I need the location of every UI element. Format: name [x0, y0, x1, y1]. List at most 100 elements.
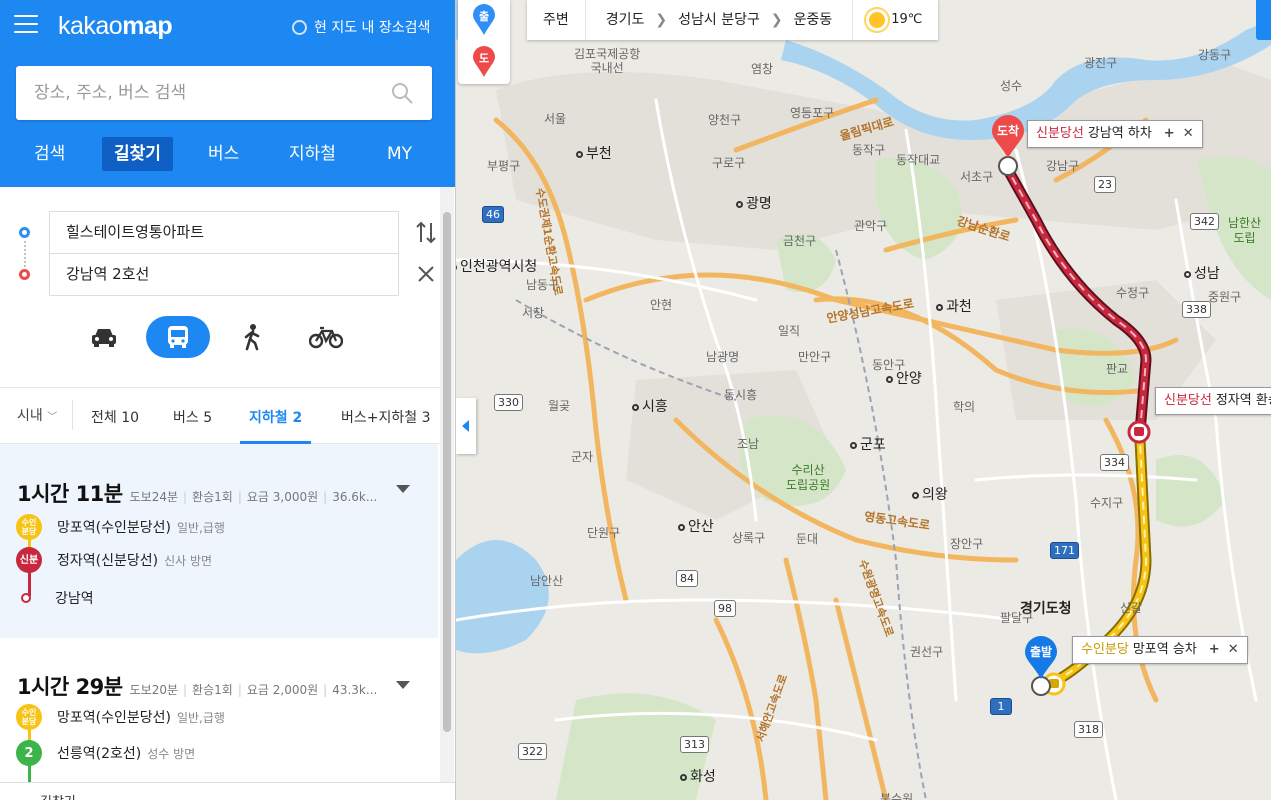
place-label[interactable]: 인천광역시청: [456, 256, 537, 276]
place-label[interactable]: 권선구: [910, 643, 943, 660]
map-control-button[interactable]: [1256, 0, 1271, 40]
close-icon[interactable]: ✕: [1183, 126, 1194, 141]
place-label[interactable]: 군자: [571, 448, 593, 465]
place-label[interactable]: 동시흥: [724, 386, 757, 403]
arrival-pin[interactable]: 도착: [991, 115, 1025, 159]
area-search-toggle[interactable]: 현 지도 내 장소검색: [292, 17, 430, 37]
place-label[interactable]: 과천: [936, 296, 972, 316]
place-label[interactable]: 서창: [522, 304, 544, 321]
place-label[interactable]: 동작구: [852, 141, 885, 158]
place-label[interactable]: 단원구: [587, 524, 620, 541]
place-label[interactable]: 강남구: [1046, 157, 1079, 174]
place-label[interactable]: 팔달구: [1000, 609, 1033, 626]
place-label[interactable]: 일직: [778, 322, 800, 339]
route-result[interactable]: 1시간 29분 도보20분 | 환승1회 | 요금 2,000원 | 43.3k... 수인…: [0, 654, 438, 784]
place-label[interactable]: 장안구: [950, 535, 983, 552]
arrival-callout[interactable]: 신분당선 강남역 하차 + ✕: [1027, 120, 1203, 148]
place-label[interactable]: 부평구: [487, 157, 520, 174]
search-icon[interactable]: [390, 81, 414, 105]
place-label[interactable]: 염창: [751, 60, 773, 77]
place-label[interactable]: 남광명: [706, 348, 739, 365]
expand-icon[interactable]: [396, 485, 410, 493]
place-label[interactable]: 안산: [678, 516, 714, 536]
menu-icon[interactable]: [14, 15, 38, 35]
expand-icon[interactable]: [396, 681, 410, 689]
tab-bus[interactable]: 버스: [208, 137, 239, 171]
scrollbar[interactable]: [440, 187, 454, 782]
place-label[interactable]: 관악구: [854, 217, 887, 234]
place-label[interactable]: 수리산 도립공원: [786, 463, 830, 493]
plus-icon[interactable]: +: [1209, 642, 1220, 657]
place-label[interactable]: 동작대교: [896, 151, 940, 168]
place-label[interactable]: 학의: [953, 398, 975, 415]
breadcrumb-item[interactable]: 성남시 분당구: [678, 12, 760, 28]
result-duration: 1시간 29분: [17, 675, 123, 699]
plus-icon[interactable]: +: [1164, 126, 1175, 141]
place-label[interactable]: 신갈: [1120, 599, 1142, 616]
filter-tab-all[interactable]: 전체 10: [91, 407, 139, 427]
place-label[interactable]: 만안구: [798, 348, 831, 365]
filter-tab-subway[interactable]: 지하철 2: [249, 407, 302, 427]
place-label[interactable]: 구로구: [712, 154, 745, 171]
mode-bike[interactable]: [294, 316, 358, 358]
swap-icon[interactable]: [415, 220, 437, 246]
place-label[interactable]: 상록구: [732, 529, 765, 546]
scroll-thumb[interactable]: [443, 212, 451, 732]
place-label[interactable]: 둔대: [796, 530, 818, 547]
collapse-panel-button[interactable]: [456, 398, 476, 454]
place-label[interactable]: 강동구: [1198, 46, 1231, 63]
tab-my[interactable]: MY: [387, 137, 412, 171]
place-label[interactable]: 조남: [737, 435, 759, 452]
place-label[interactable]: 북수원: [880, 790, 913, 800]
place-label[interactable]: 시흥: [632, 396, 668, 416]
filter-tab-bus[interactable]: 버스 5: [173, 407, 212, 427]
departure-callout[interactable]: 수인분당 망포역 승차 + ✕: [1072, 636, 1248, 664]
place-label[interactable]: 판교: [1106, 360, 1128, 377]
transfer-callout[interactable]: 신분당선정자역 환승: [1155, 387, 1271, 415]
place-label[interactable]: 서울: [544, 110, 566, 127]
place-label[interactable]: 화성: [680, 766, 716, 786]
departure-pin[interactable]: 출발: [1024, 636, 1058, 680]
origin-field[interactable]: 힐스테이트영통아파트: [49, 211, 399, 254]
place-label[interactable]: 서초구: [960, 168, 993, 185]
place-label[interactable]: 광진구: [1084, 54, 1117, 71]
search-input[interactable]: [16, 66, 376, 120]
place-label[interactable]: 수정구: [1116, 284, 1149, 301]
route-result[interactable]: 1시간 11분 도보24분 | 환승1회 | 요금 3,000원 | 36.6k... 수인…: [0, 444, 438, 638]
tab-search[interactable]: 검색: [34, 137, 65, 171]
city-select[interactable]: 시내 ﹀: [17, 405, 57, 425]
mode-transit[interactable]: [146, 316, 210, 358]
close-icon[interactable]: ✕: [1228, 642, 1239, 657]
place-label[interactable]: 김포국제공항 국내선: [574, 47, 640, 75]
place-label[interactable]: 광명: [736, 193, 772, 213]
place-label[interactable]: 중원구: [1208, 288, 1241, 305]
destination-field[interactable]: 강남역 2호선: [49, 253, 399, 296]
map-view[interactable]: 김포국제공항 국내선 서울 부천 부평구 광명 양천구 영등포구 구로구 동작구…: [456, 0, 1271, 800]
nearby-button[interactable]: 주변: [527, 0, 586, 40]
mode-car[interactable]: [72, 316, 136, 358]
logo[interactable]: kakaomap: [58, 12, 173, 41]
filter-tab-bus-subway[interactable]: 버스+지하철 3: [341, 407, 431, 427]
place-label[interactable]: 의왕: [912, 484, 948, 504]
close-icon[interactable]: [415, 263, 437, 285]
place-label[interactable]: 남한산 도립: [1228, 216, 1261, 246]
place-label[interactable]: 성남: [1184, 263, 1220, 283]
place-label[interactable]: 양천구: [708, 111, 741, 128]
place-label[interactable]: 월곶: [548, 397, 570, 414]
place-label[interactable]: 부천: [576, 143, 612, 163]
place-label[interactable]: 군포: [850, 434, 886, 454]
place-label[interactable]: 수지구: [1090, 494, 1123, 511]
weather[interactable]: 19℃: [853, 0, 938, 40]
place-label[interactable]: 성수: [1000, 77, 1022, 94]
place-label[interactable]: 영등포구: [790, 104, 834, 121]
bottom-bar-item[interactable]: 길찾기 ...: [40, 791, 92, 800]
place-label[interactable]: 금천구: [783, 232, 816, 249]
breadcrumb-item[interactable]: 경기도: [606, 12, 645, 28]
place-label[interactable]: 동안구: [872, 356, 905, 373]
place-label[interactable]: 남안산: [530, 572, 563, 589]
mode-walk[interactable]: [220, 316, 284, 358]
tab-directions[interactable]: 길찾기: [102, 137, 173, 171]
place-label[interactable]: 안현: [650, 296, 672, 313]
tab-subway[interactable]: 지하철: [289, 137, 336, 171]
breadcrumb-item[interactable]: 운중동: [794, 12, 833, 28]
